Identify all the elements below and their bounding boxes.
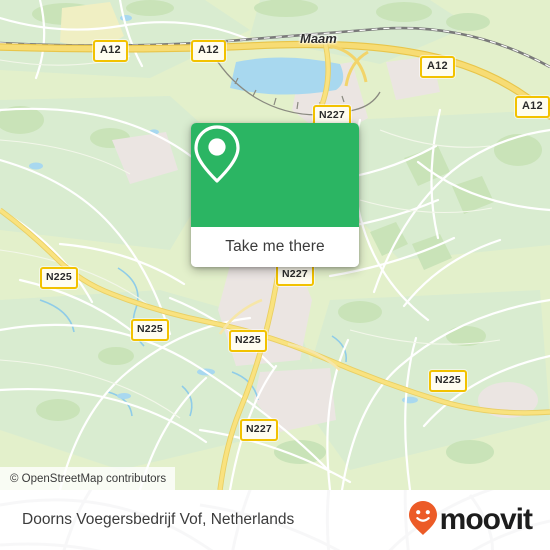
road-shield-n225-2[interactable]: N225 xyxy=(131,319,169,341)
road-shield-a12-4[interactable]: A12 xyxy=(515,96,550,118)
moovit-wordmark: moovit xyxy=(439,503,533,536)
road-shield-n225-4[interactable]: N225 xyxy=(429,370,467,392)
popup-card-footer[interactable]: Take me there xyxy=(191,227,359,267)
map-screenshot: Maam A12 A12 A12 A12 N227 N227 N227 N225… xyxy=(0,0,550,550)
road-shield-a12-3[interactable]: A12 xyxy=(420,56,455,78)
road-shield-n225-3[interactable]: N225 xyxy=(229,330,267,352)
popup-card[interactable]: Take me there xyxy=(191,123,359,267)
road-shield-a12-2[interactable]: A12 xyxy=(191,40,226,62)
moovit-logo[interactable]: moovit xyxy=(408,500,533,541)
osm-attribution[interactable]: © OpenStreetMap contributors xyxy=(0,467,176,490)
road-shield-n227-3[interactable]: N227 xyxy=(240,419,278,441)
popup-card-header xyxy=(191,123,359,227)
map-place-label-maam: Maam xyxy=(300,31,337,46)
moovit-smiley-pin-icon xyxy=(408,500,438,541)
map-canvas[interactable]: Maam A12 A12 A12 A12 N227 N227 N227 N225… xyxy=(0,0,550,490)
take-me-there-label: Take me there xyxy=(225,238,325,255)
road-shield-n227-2[interactable]: N227 xyxy=(276,264,314,286)
road-shield-a12-1[interactable]: A12 xyxy=(93,40,128,62)
road-shield-n225-1[interactable]: N225 xyxy=(40,267,78,289)
footer-bar: Doorns Voegersbedrijf Vof, Netherlands m… xyxy=(0,490,550,550)
page-title: Doorns Voegersbedrijf Vof, Netherlands xyxy=(22,511,295,528)
osm-attribution-text: © OpenStreetMap contributors xyxy=(10,472,167,485)
